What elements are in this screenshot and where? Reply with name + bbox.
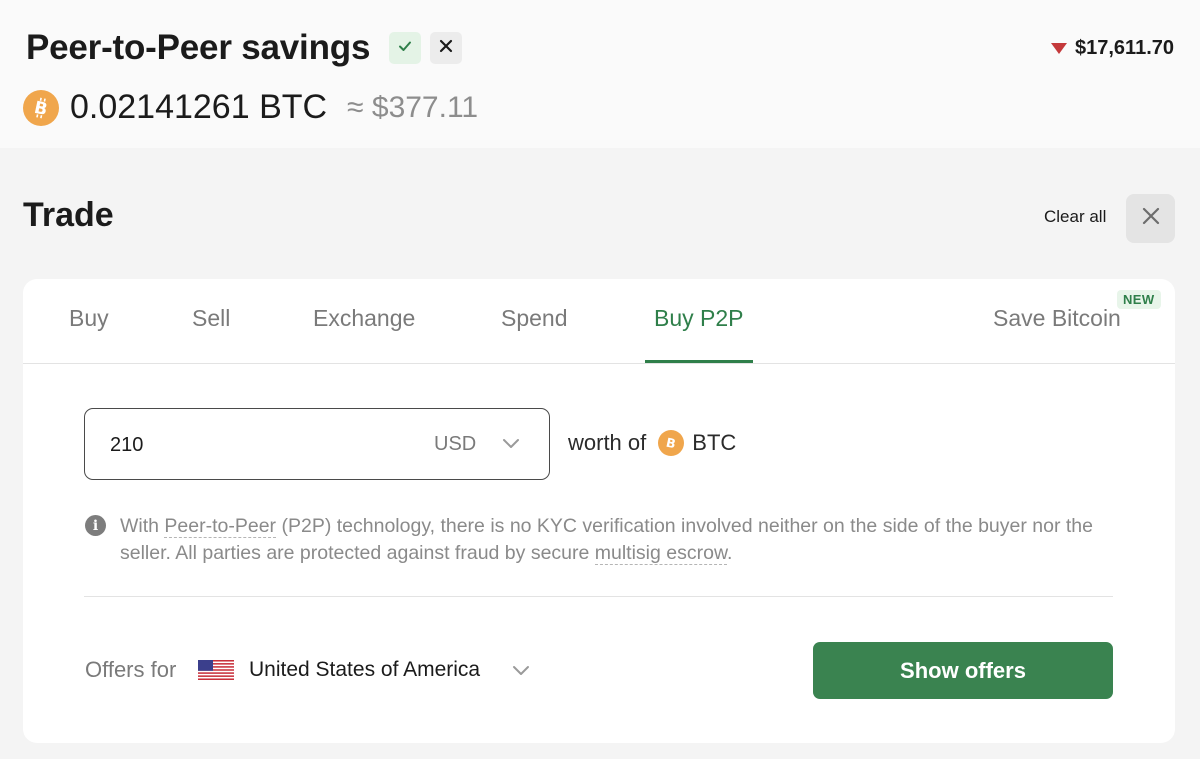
tab-exchange[interactable]: Exchange — [313, 305, 415, 332]
tab-sell[interactable]: Sell — [192, 305, 230, 332]
offers-for-label: Offers for — [85, 657, 177, 682]
cancel-edit-button[interactable] — [430, 32, 462, 64]
balance-btc: 0.02141261 BTC — [70, 88, 328, 126]
currency-select[interactable]: USD — [434, 433, 476, 456]
multisig-escrow-link[interactable]: multisig escrow — [594, 542, 727, 565]
new-badge: NEW — [1117, 290, 1161, 309]
bitcoin-icon: B — [23, 89, 59, 126]
confirm-button[interactable] — [389, 32, 421, 64]
country-select[interactable]: United States of America — [249, 658, 480, 682]
close-icon — [1142, 207, 1160, 230]
tab-spend[interactable]: Spend — [501, 305, 568, 332]
close-icon — [439, 39, 453, 58]
balance-usd: ≈ $377.11 — [347, 90, 479, 124]
tab-buy[interactable]: Buy — [69, 305, 109, 332]
info-text-part: With — [120, 515, 165, 537]
active-tab-indicator — [645, 360, 753, 363]
info-text-part: . — [726, 542, 733, 564]
wallet-title: Peer-to-Peer savings — [26, 28, 371, 67]
p2p-info-text: With Peer-to-Peer (P2P) technology, ther… — [120, 513, 1110, 567]
wallet-header: Peer-to-Peer savings $17,611.70 B 0.0214… — [0, 0, 1200, 148]
checkmark-icon — [398, 39, 412, 58]
amount-input[interactable]: 210 USD — [84, 408, 550, 480]
btc-price-ticker: $17,611.70 — [1051, 37, 1174, 60]
amount-value[interactable]: 210 — [110, 434, 143, 457]
btc-price: $17,611.70 — [1075, 37, 1174, 59]
svg-text:B: B — [665, 435, 677, 451]
peer-to-peer-link[interactable]: Peer-to-Peer — [164, 515, 277, 538]
wallet-balance: B 0.02141261 BTC ≈ $377.11 — [23, 88, 478, 127]
down-triangle-icon — [1051, 43, 1067, 54]
tab-save-bitcoin[interactable]: Save Bitcoin — [993, 305, 1121, 332]
close-trade-button[interactable] — [1126, 194, 1175, 243]
worth-of-row: worth of B BTC — [568, 430, 736, 456]
trade-title: Trade — [23, 196, 114, 234]
us-flag-icon — [198, 660, 234, 680]
show-offers-button[interactable]: Show offers — [813, 642, 1113, 699]
trade-card: Buy Sell Exchange Spend Buy P2P Save Bit… — [23, 279, 1175, 743]
tab-buy-p2p[interactable]: Buy P2P — [654, 305, 744, 332]
clear-all-button[interactable]: Clear all — [1044, 207, 1106, 227]
trade-tabs: Buy Sell Exchange Spend Buy P2P Save Bit… — [23, 279, 1175, 364]
asset-label: BTC — [692, 430, 737, 455]
bitcoin-icon: B — [658, 430, 685, 456]
info-icon: i — [85, 515, 106, 536]
chevron-down-icon[interactable] — [511, 663, 531, 682]
chevron-down-icon[interactable] — [501, 436, 521, 455]
worth-of-label: worth of — [568, 430, 647, 455]
divider — [84, 596, 1113, 597]
